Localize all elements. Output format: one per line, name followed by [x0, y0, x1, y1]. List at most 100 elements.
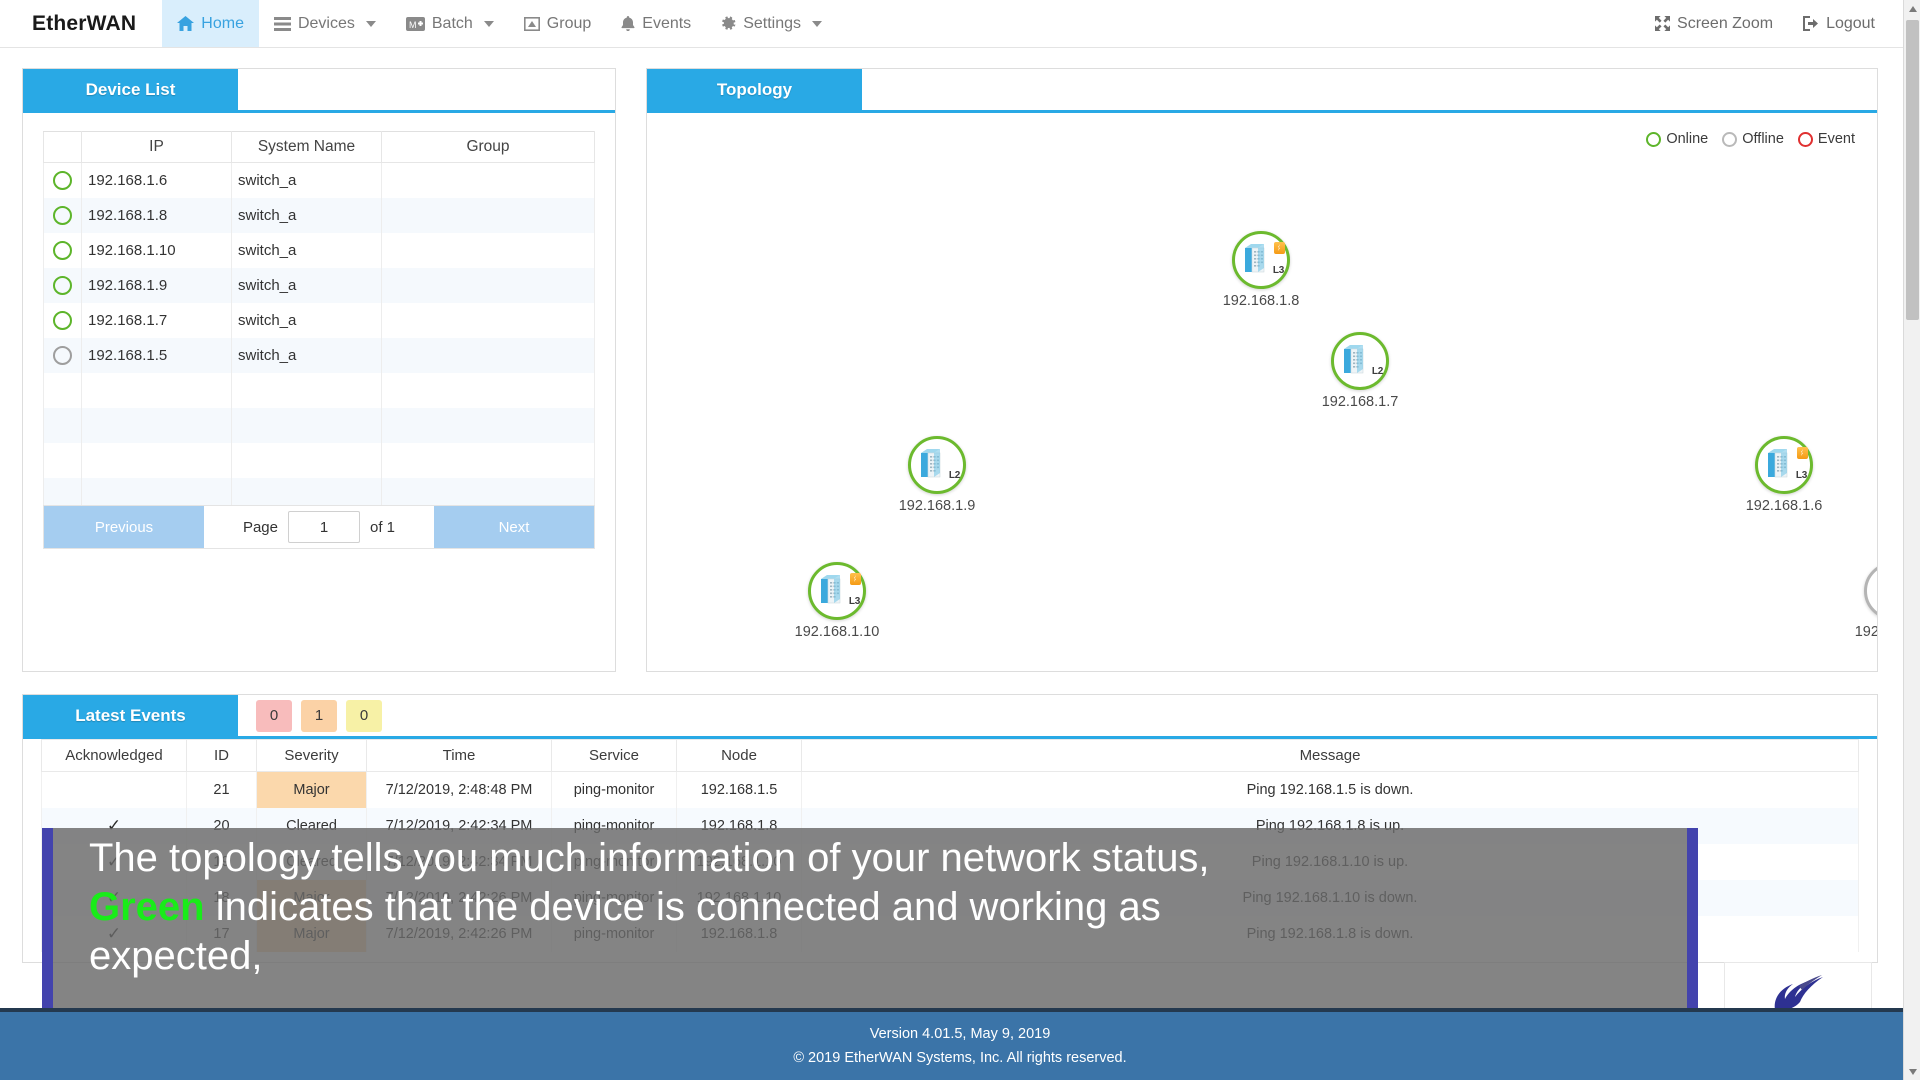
events-header-row: Acknowledged ID Severity Time Service No…	[41, 739, 1859, 772]
nav-item-home[interactable]: Home	[162, 0, 259, 47]
legend-event-label: Event	[1817, 131, 1855, 147]
events-col-message: Message	[801, 739, 1859, 772]
online-ring-icon	[53, 240, 72, 260]
event-service-cell: ping-monitor	[551, 771, 677, 808]
topology-canvas[interactable]: Online Offline Event L3 192.168.1.8 L2 192.…	[647, 113, 1877, 670]
device-row[interactable]: 192.168.1.9 switch_a	[43, 267, 595, 303]
device-system-name-cell	[231, 407, 382, 443]
device-status-cell	[43, 162, 82, 198]
device-status-cell	[43, 407, 82, 443]
event-row[interactable]: 21 Major 7/12/2019, 2:48:48 PM ping-monitor…	[41, 771, 1859, 808]
device-table: IP System Name Group 192.168.1.6 switch_a…	[43, 131, 595, 548]
device-list-panel: Device List IP System Name Group 192.168…	[22, 68, 616, 672]
device-row[interactable]: 192.168.1.10 switch_a	[43, 232, 595, 268]
device-col-status	[43, 131, 82, 163]
device-ip-cell: 192.168.1.9	[81, 267, 232, 303]
topology-node-label: 192.168.1.9	[898, 498, 976, 514]
group-icon	[523, 16, 540, 31]
nav-label-events: Events	[642, 14, 692, 32]
nav-item-screen-zoom[interactable]: Screen Zoom	[1640, 0, 1788, 47]
topology-tab[interactable]: Topology	[647, 69, 862, 110]
device-row[interactable]: 192.168.1.7 switch_a	[43, 302, 595, 338]
device-ip-cell: 192.168.1.8	[81, 197, 232, 233]
switch-device-icon	[1768, 449, 1788, 478]
device-row[interactable]: 192.168.1.5 switch_a	[43, 337, 595, 373]
device-system-name-cell: switch_a	[231, 162, 382, 198]
events-col-service: Service	[551, 739, 677, 772]
nav-item-logout[interactable]: Logout	[1788, 0, 1890, 47]
device-table-body: 192.168.1.6 switch_a 192.168.1.8 switch_a 19…	[43, 162, 595, 548]
node-level-label: L3	[1272, 265, 1284, 276]
device-row[interactable]: 192.168.1.8 switch_a	[43, 197, 595, 233]
chevron-down-icon	[1908, 1068, 1917, 1075]
device-status-cell	[43, 337, 82, 373]
topology-node[interactable]: L2	[908, 436, 966, 494]
previous-page-button[interactable]: Previous	[44, 506, 204, 548]
topology-node[interactable]: L3	[1755, 436, 1813, 494]
top-navbar: EtherWAN Home Devices M Batch Group Even…	[0, 0, 1920, 48]
device-status-cell	[43, 442, 82, 478]
device-row[interactable]	[43, 372, 595, 408]
nav-item-events[interactable]: Events	[606, 0, 706, 47]
badge-minor-count[interactable]: 0	[346, 699, 382, 732]
device-row[interactable]	[43, 442, 595, 478]
chevron-up-icon	[1908, 5, 1917, 12]
device-list-body: IP System Name Group 192.168.1.6 switch_a…	[23, 113, 615, 548]
nav-label-devices: Devices	[297, 14, 355, 32]
device-ip-cell: 192.168.1.5	[81, 337, 232, 373]
node-level-label: L3	[1795, 470, 1807, 481]
offline-ring-icon	[53, 345, 72, 365]
events-col-severity: Severity	[256, 739, 367, 772]
caption-line-3: expected,	[89, 933, 263, 978]
legend-event: Event	[1797, 131, 1855, 147]
device-row[interactable]: 192.168.1.6 switch_a	[43, 162, 595, 198]
topology-panel: Topology Online Offline Event L3 192.168…	[646, 68, 1878, 672]
node-level-label: L3	[848, 596, 860, 607]
nav-item-group[interactable]: Group	[509, 0, 606, 47]
nav-label-group: Group	[546, 14, 592, 32]
device-status-cell	[43, 197, 82, 233]
nav-item-batch[interactable]: M Batch	[391, 0, 509, 47]
next-page-button[interactable]: Next	[434, 506, 594, 548]
node-level-label: L2	[948, 470, 960, 481]
device-system-name-cell: switch_a	[231, 267, 382, 303]
server-list-icon	[273, 16, 291, 31]
online-ring-icon	[53, 275, 72, 295]
gear-icon	[721, 16, 736, 31]
topology-node[interactable]: L2	[1331, 332, 1389, 390]
footer-copyright: © 2019 EtherWAN Systems, Inc. All rights…	[793, 1050, 1127, 1066]
caption-line-2-rest: indicates that the device is connected a…	[204, 884, 1161, 929]
topology-node[interactable]: L2	[1864, 562, 1877, 620]
top-row: Device List IP System Name Group 192.168…	[0, 48, 1920, 672]
primary-nav: Home Devices M Batch Group Events Settin…	[162, 0, 837, 47]
alert-badge-icon	[1797, 447, 1808, 459]
badge-major-count[interactable]: 1	[301, 699, 337, 732]
topology-node-label: 192.168.1.10	[794, 624, 880, 640]
bell-icon	[621, 16, 635, 31]
device-group-cell	[381, 337, 595, 373]
badge-critical-count[interactable]: 0	[256, 699, 292, 732]
svg-text:M: M	[409, 20, 417, 30]
latest-events-tab[interactable]: Latest Events	[23, 695, 238, 736]
topology-node[interactable]: L3	[808, 562, 866, 620]
page-footer: Version 4.01.5, May 9, 2019 © 2019 Ether…	[0, 1012, 1920, 1080]
device-status-cell	[43, 372, 82, 408]
scrollbar-thumb[interactable]	[1906, 20, 1919, 320]
event-ack-cell[interactable]	[41, 771, 187, 808]
topology-node[interactable]: L3	[1232, 231, 1290, 289]
page-number-input[interactable]	[288, 511, 360, 543]
offline-ring-icon	[1722, 131, 1738, 147]
topology-header: Topology	[647, 69, 1877, 113]
scroll-up-arrow[interactable]	[1904, 0, 1920, 17]
page-scrollbar[interactable]	[1903, 0, 1920, 1080]
nav-item-devices[interactable]: Devices	[259, 0, 391, 47]
nav-item-settings[interactable]: Settings	[706, 0, 837, 47]
device-col-system-name: System Name	[231, 131, 382, 163]
nav-label-settings: Settings	[743, 14, 801, 32]
device-ip-cell: 192.168.1.6	[81, 162, 232, 198]
device-system-name-cell: switch_a	[231, 337, 382, 373]
device-row[interactable]	[43, 407, 595, 443]
device-list-tab[interactable]: Device List	[23, 69, 238, 110]
chevron-down-icon	[365, 20, 376, 27]
scroll-down-arrow[interactable]	[1904, 1063, 1920, 1080]
